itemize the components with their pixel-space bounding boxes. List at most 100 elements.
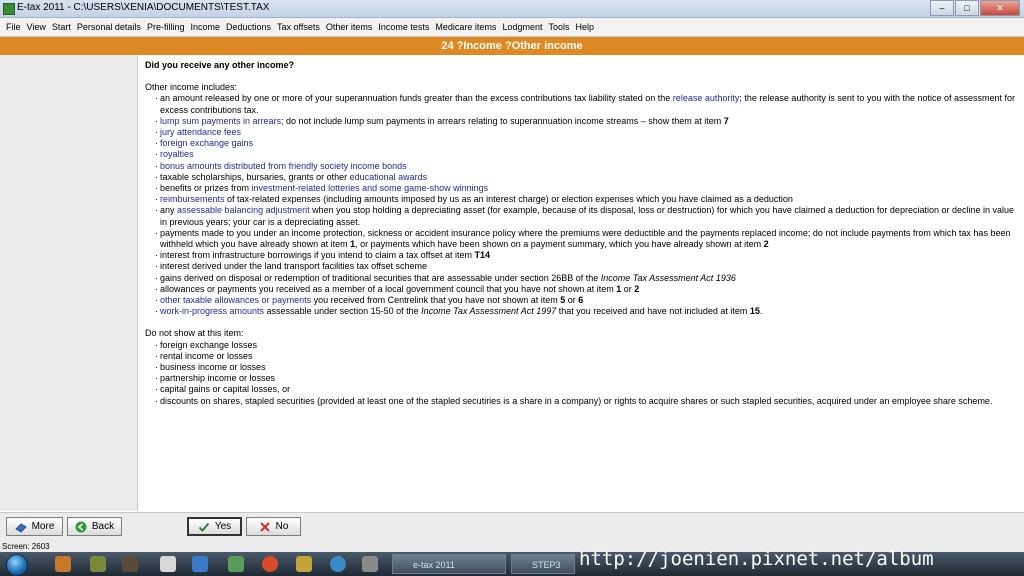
- folder-icon[interactable]: [90, 556, 106, 572]
- help-link[interactable]: royalties: [160, 149, 194, 159]
- sidebar-panel: [0, 55, 138, 511]
- help-link[interactable]: educational awards: [350, 172, 428, 182]
- item-text: T14: [474, 250, 490, 261]
- menu-help[interactable]: Help: [572, 22, 597, 32]
- includes-item: lump sum payments in arrears; do not inc…: [155, 115, 1015, 127]
- item-text: allowances or payments you received as a…: [160, 283, 617, 294]
- item-text: ; do not include lump sum payments in ar…: [281, 115, 724, 126]
- includes-item: interest from infrastructure borrowings …: [155, 250, 1015, 261]
- item-text: 15: [749, 306, 760, 317]
- item-text: .: [759, 306, 763, 317]
- close-button[interactable]: ✕: [980, 0, 1020, 16]
- menu-deductions[interactable]: Deductions: [223, 22, 274, 32]
- item-text: that you received and have not included …: [556, 306, 750, 317]
- eraser-icon: [14, 521, 27, 533]
- more-label: More: [31, 521, 55, 532]
- no-button[interactable]: No: [246, 517, 301, 536]
- help-content: Did you receive any other income? Other …: [145, 60, 1015, 510]
- player-icon[interactable]: [122, 556, 138, 572]
- app-icon-2[interactable]: [228, 556, 244, 572]
- menu-income[interactable]: Income: [187, 22, 223, 32]
- includes-item: interest derived under the land transpor…: [155, 261, 1015, 272]
- more-button[interactable]: More: [6, 517, 63, 536]
- question-text: Did you receive any other income?: [145, 60, 295, 70]
- skype-icon[interactable]: [192, 556, 208, 572]
- help-link[interactable]: assessable balancing adjustment: [177, 205, 310, 215]
- menu-file[interactable]: File: [3, 22, 24, 32]
- help-link[interactable]: reimbursements: [160, 194, 225, 204]
- menu-other-items[interactable]: Other items: [323, 22, 376, 32]
- menu-tools[interactable]: Tools: [545, 22, 572, 32]
- exclusion-item: rental income or losses: [155, 351, 1015, 362]
- item-text: Income Tax Assessment Act 1936: [600, 272, 736, 283]
- back-arrow-icon: [75, 521, 87, 533]
- back-button[interactable]: Back: [67, 517, 122, 536]
- menu-medicare-items[interactable]: Medicare items: [432, 22, 499, 32]
- menu-tax-offsets[interactable]: Tax offsets: [274, 22, 323, 32]
- exclusion-item: partnership income or losses: [155, 373, 1015, 384]
- includes-item: benefits or prizes from investment-relat…: [155, 183, 1015, 194]
- app-icon-3[interactable]: [362, 556, 378, 572]
- menu-personal-details[interactable]: Personal details: [74, 22, 144, 32]
- menu-income-tests[interactable]: Income tests: [375, 22, 432, 32]
- includes-heading: Other income includes:: [145, 82, 238, 93]
- yes-label: Yes: [214, 521, 232, 532]
- help-link[interactable]: bonus amounts distributed from friendly …: [160, 161, 407, 171]
- includes-item: any assessable balancing adjustment when…: [155, 205, 1015, 227]
- exclusions-heading: Do not show at this item:: [145, 328, 244, 339]
- item-text: 7: [723, 115, 729, 126]
- includes-item: an amount released by one or more of you…: [155, 93, 1015, 115]
- folder-icon-2[interactable]: [296, 556, 312, 572]
- button-bar: More Back Yes No: [0, 512, 1024, 541]
- exclusion-item: foreign exchange losses: [155, 340, 1015, 351]
- help-link[interactable]: lump sum payments in arrears: [160, 116, 281, 126]
- menu-lodgment[interactable]: Lodgment: [499, 22, 545, 32]
- item-text: 2: [634, 283, 640, 294]
- task-etax[interactable]: e-tax 2011: [392, 554, 506, 574]
- maximize-button[interactable]: □: [955, 0, 979, 16]
- item-text: , or payments which have been shown on a…: [355, 239, 764, 250]
- menu-pre-filling[interactable]: Pre-filling: [144, 22, 188, 32]
- includes-item: other taxable allowances or payments you…: [155, 295, 1015, 306]
- help-link[interactable]: foreign exchange gains: [160, 138, 253, 148]
- exclusion-item: discounts on shares, stapled securities …: [155, 396, 1015, 407]
- help-link[interactable]: jury attendance fees: [160, 127, 241, 137]
- chrome-icon[interactable]: [262, 556, 278, 572]
- includes-item: gains derived on disposal or redemption …: [155, 272, 1015, 284]
- item-text: any: [160, 205, 178, 216]
- help-link[interactable]: other taxable allowances or payments: [160, 295, 311, 305]
- item-text: Income Tax Assessment Act 1997: [421, 306, 557, 317]
- yes-button[interactable]: Yes: [187, 517, 242, 536]
- title-bar: E-tax 2011 - C:\USERS\XENIA\DOCUMENTS\TE…: [0, 0, 1024, 18]
- includes-item: reimbursements of tax-related expenses (…: [155, 194, 1015, 205]
- media-icon[interactable]: [55, 556, 71, 572]
- includes-list: an amount released by one or more of you…: [145, 93, 1015, 317]
- menu-start[interactable]: Start: [49, 22, 74, 32]
- document-icon[interactable]: [160, 556, 176, 572]
- help-link[interactable]: investment-related lotteries and some ga…: [252, 183, 489, 193]
- status-text: Screen: 2603: [2, 542, 50, 551]
- item-text: assessable under section 15-50 of the: [264, 306, 422, 317]
- item-text: interest from infrastructure borrowings …: [160, 250, 475, 261]
- item-text: taxable scholarships, bursaries, grants …: [160, 171, 350, 182]
- includes-item: bonus amounts distributed from friendly …: [155, 161, 1015, 172]
- minimize-button[interactable]: –: [930, 0, 954, 16]
- start-button[interactable]: [6, 554, 28, 576]
- window-controls: – □ ✕: [929, 0, 1020, 16]
- exclusion-item: business income or losses: [155, 362, 1015, 373]
- browser-icon[interactable]: [330, 556, 346, 572]
- includes-item: jury attendance fees: [155, 127, 1015, 138]
- includes-item: foreign exchange gains: [155, 138, 1015, 149]
- includes-item: allowances or payments you received as a…: [155, 283, 1015, 295]
- help-link[interactable]: release authority: [673, 93, 740, 103]
- item-text: benefits or prizes from: [160, 183, 252, 194]
- menu-view[interactable]: View: [24, 22, 49, 32]
- help-link[interactable]: work-in-progress amounts: [160, 306, 264, 316]
- item-text: of tax-related expenses (including amoun…: [224, 194, 793, 205]
- item-text: 2: [763, 239, 769, 250]
- page-title: 24 ?Income ?Other income: [0, 37, 1024, 55]
- exclusion-item: capital gains or capital losses, or: [155, 384, 1015, 395]
- cross-icon: [259, 521, 271, 533]
- back-label: Back: [91, 521, 115, 532]
- task-step3[interactable]: STEP3: [511, 554, 575, 574]
